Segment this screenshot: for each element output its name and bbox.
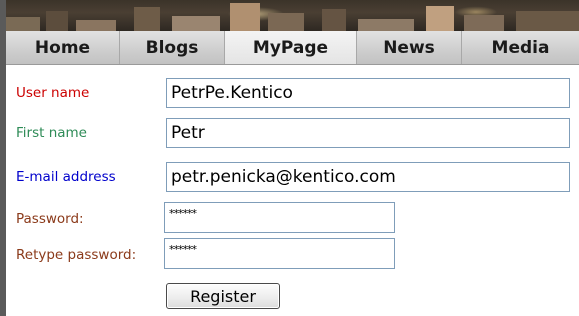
- firstname-input[interactable]: Petr: [166, 118, 570, 148]
- nav-item-blogs[interactable]: Blogs: [120, 31, 225, 64]
- email-label: E-mail address: [16, 169, 116, 185]
- password-input[interactable]: ******: [164, 202, 395, 233]
- form-row-email: E-mail address petr.penicka@kentico.com: [6, 162, 579, 192]
- email-input[interactable]: petr.penicka@kentico.com: [166, 162, 570, 192]
- password-label: Password:: [16, 211, 84, 227]
- nav-item-mypage[interactable]: MyPage: [225, 31, 357, 64]
- form-row-password: Password: ******: [6, 202, 579, 236]
- nav-item-home[interactable]: Home: [6, 31, 120, 64]
- username-label: User name: [16, 85, 90, 101]
- nav-item-media[interactable]: Media: [462, 31, 579, 64]
- form-row-username: User name PetrPe.Kentico: [6, 78, 579, 108]
- nav-item-news[interactable]: News: [357, 31, 462, 64]
- header-banner-image: [6, 0, 579, 31]
- form-row-retype-password: Retype password: ******: [6, 238, 579, 272]
- retype-password-input[interactable]: ******: [164, 238, 395, 269]
- main-nav-bar: Home Blogs MyPage News Media: [6, 31, 579, 65]
- register-button[interactable]: Register: [166, 283, 280, 309]
- firstname-label: First name: [16, 125, 87, 141]
- form-row-firstname: First name Petr: [6, 118, 579, 148]
- username-input[interactable]: PetrPe.Kentico: [166, 78, 570, 108]
- retype-password-label: Retype password:: [16, 247, 137, 263]
